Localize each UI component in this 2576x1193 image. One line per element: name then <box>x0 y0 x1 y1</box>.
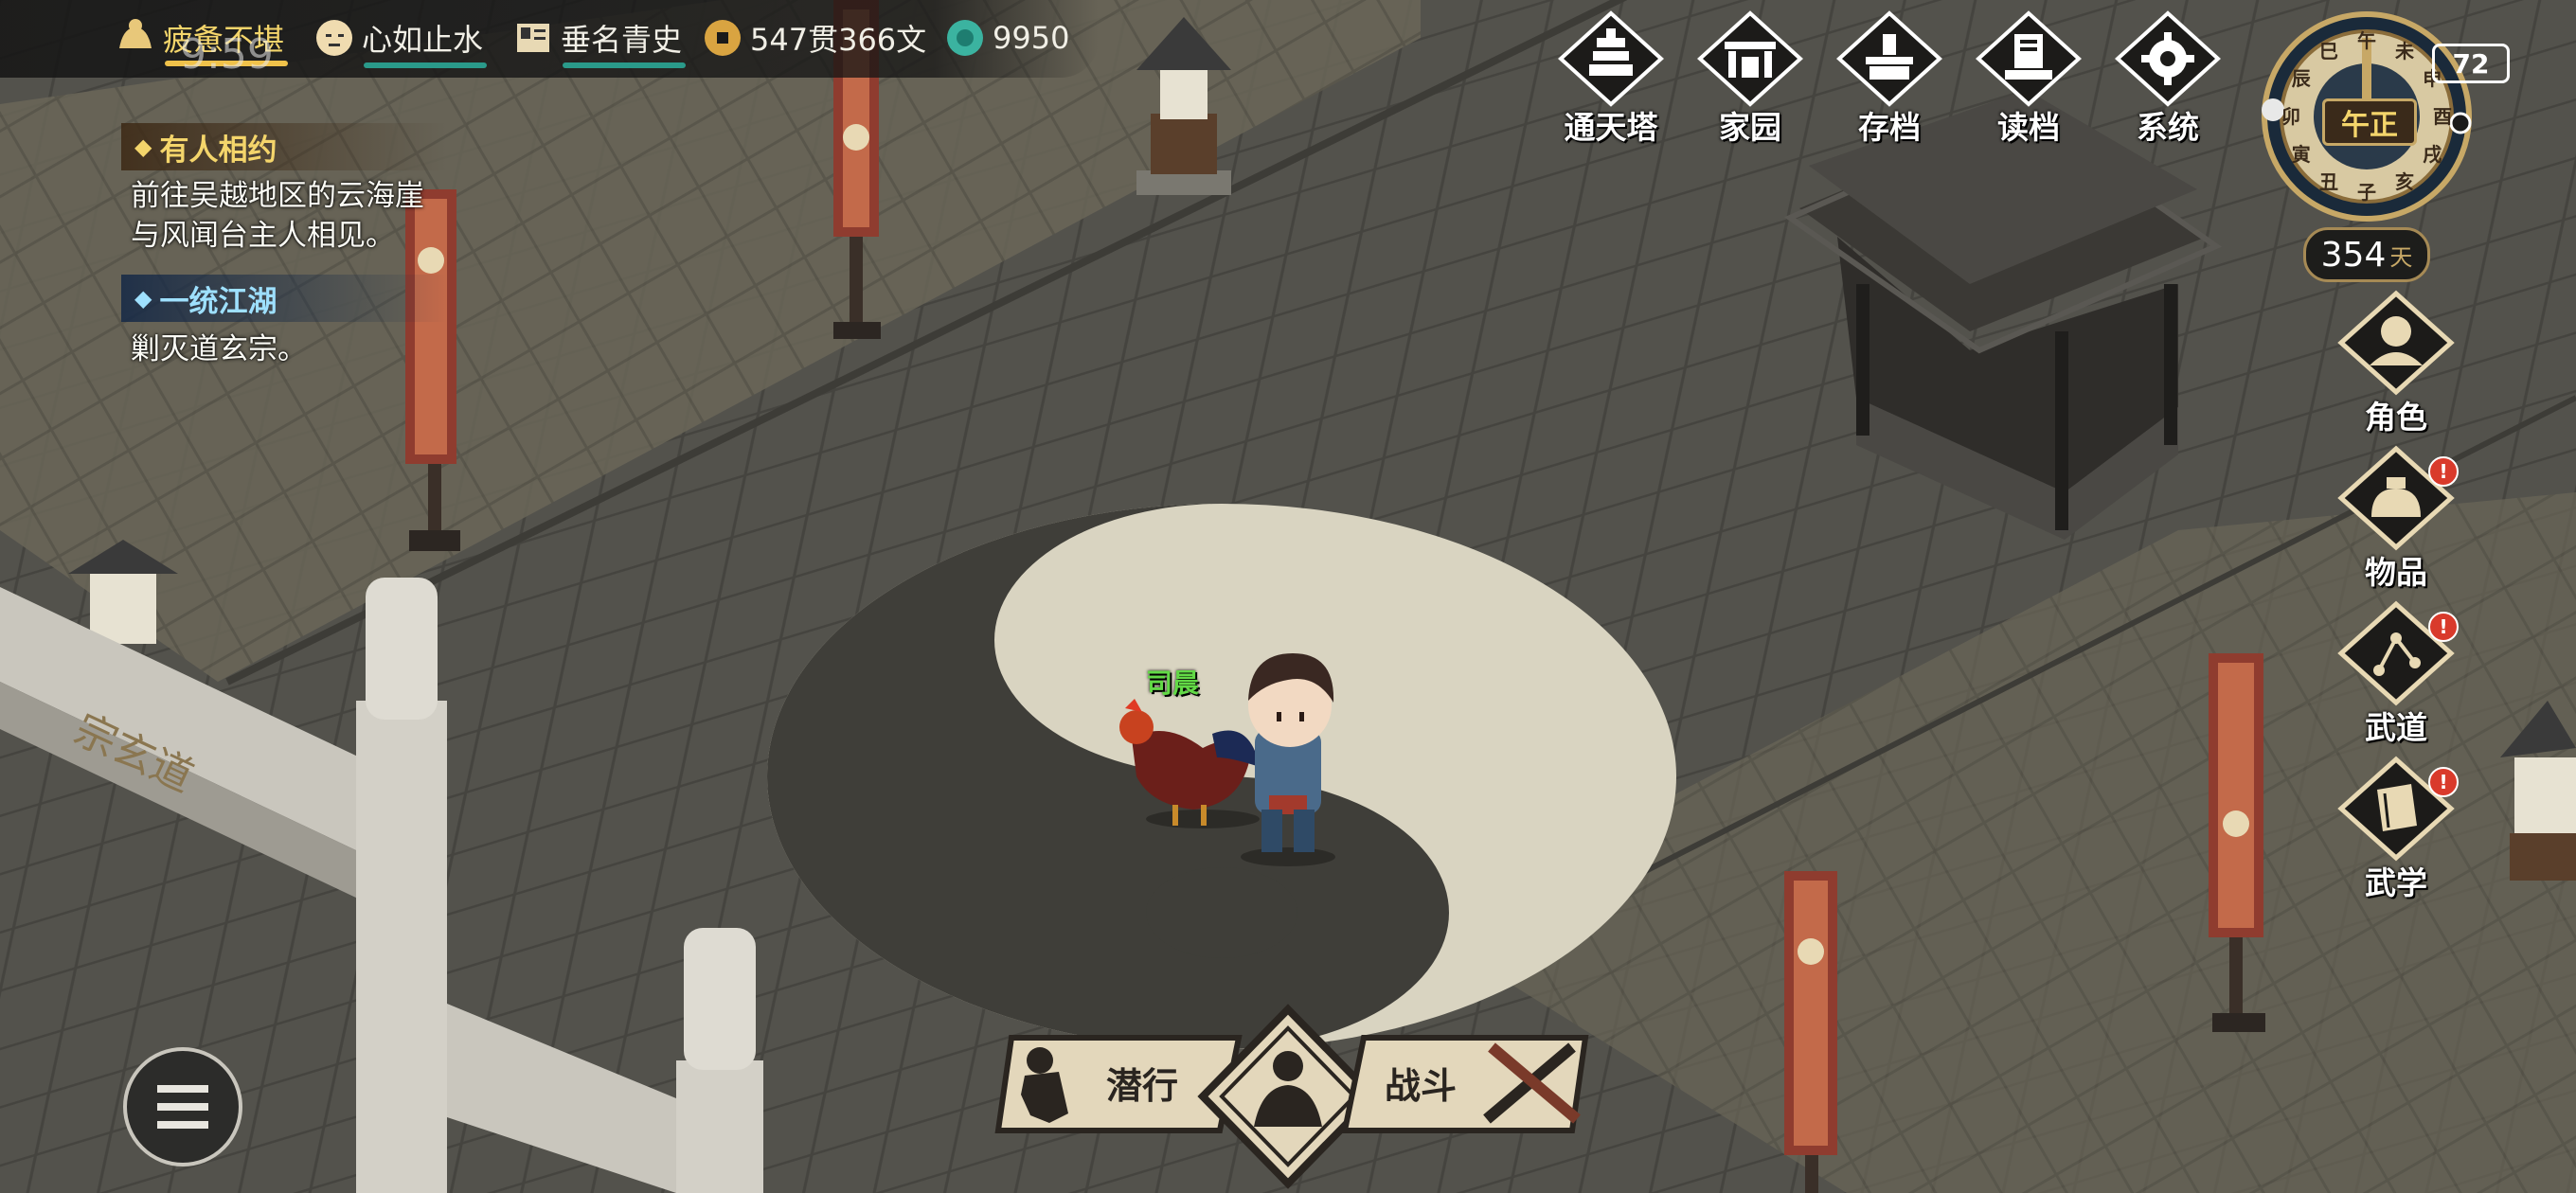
fatigue-icon <box>119 19 152 48</box>
character-label: 角色 <box>2365 399 2427 436</box>
quest-desc-1: 前往吴越地区的云海崖 与风闻台主人相见。 <box>131 176 424 256</box>
quest-title-1[interactable]: ◆ 有人相约 <box>121 123 447 170</box>
quest-diamond-icon: ◆ <box>134 134 152 160</box>
dial-branch-label: 酉 <box>2433 105 2452 128</box>
system-button[interactable]: 系统 <box>2106 9 2229 146</box>
character-icon <box>2337 290 2455 396</box>
money-status[interactable]: 547贯366文 <box>701 13 926 62</box>
home-label: 家园 <box>1719 109 1781 146</box>
martial-arts-button[interactable]: ! 武学 <box>2330 756 2462 901</box>
crossed-swords-icon <box>1341 1035 1589 1133</box>
home-gate-icon <box>1697 10 1803 107</box>
load-button[interactable]: 读档 <box>1967 9 2090 146</box>
mood-label: 心如止水 <box>362 22 484 58</box>
dial-branch-label: 寅 <box>2291 143 2311 166</box>
mood-status[interactable]: 心如止水 <box>313 13 483 62</box>
fight-label: 战斗 <box>1385 1065 1458 1107</box>
battery-level: 72 <box>2452 47 2490 80</box>
dial-branch-label: 戌 <box>2423 143 2442 166</box>
system-clock: 9:59 <box>180 30 274 79</box>
tower-label: 通天塔 <box>1564 109 1658 146</box>
mood-face-icon <box>316 20 352 56</box>
character-button[interactable]: 角色 <box>2330 290 2462 436</box>
martial-arts-alert-badge: ! <box>2428 767 2459 797</box>
battery-indicator: 72 <box>2432 44 2510 83</box>
fame-scroll-icon <box>517 24 549 52</box>
martial-way-alert-badge: ! <box>2428 612 2459 642</box>
quest-desc-1-line2: 与风闻台主人相见。 <box>131 219 395 253</box>
gear-icon <box>2115 10 2221 107</box>
dial-branch-label: 丑 <box>2319 170 2338 194</box>
mood-bar <box>364 62 487 68</box>
quest-desc-2: 剿灭道玄宗。 <box>131 329 307 369</box>
martial-arts-label: 武学 <box>2365 864 2427 901</box>
quest-desc-2-line1: 剿灭道玄宗。 <box>131 332 307 366</box>
jade-label: 9950 <box>993 20 1070 56</box>
fame-status[interactable]: 垂名青史 <box>511 13 682 62</box>
martial-way-button[interactable]: ! 武道 <box>2330 600 2462 746</box>
items-button[interactable]: ! 物品 <box>2330 445 2462 591</box>
dial-branch-label: 午 <box>2357 29 2376 52</box>
fight-button[interactable]: 战斗 <box>1335 1028 1591 1140</box>
fame-bar <box>563 62 686 68</box>
quest-title-2-text: 一统江湖 <box>159 284 277 319</box>
save-button[interactable]: 存档 <box>1828 9 1951 146</box>
martial-way-label: 武道 <box>2365 709 2427 746</box>
home-button[interactable]: 家园 <box>1689 9 1812 146</box>
npc-name-tag[interactable]: 司晨 <box>1146 663 1199 701</box>
money-label: 547贯366文 <box>750 22 927 58</box>
dial-branch-label: 卯 <box>2281 105 2300 128</box>
save-label: 存档 <box>1858 109 1921 146</box>
tower-button[interactable]: 通天塔 <box>1549 9 1673 146</box>
jade-icon <box>947 20 983 56</box>
time-period-label: 午正 <box>2322 98 2417 146</box>
sneak-label: 潜行 <box>1106 1065 1179 1107</box>
time-dial[interactable]: 午未申酉戌亥子丑寅卯辰巳 午正 <box>2260 9 2474 223</box>
banner-pole <box>1784 871 1837 1193</box>
main-menu-button[interactable] <box>123 1047 242 1166</box>
dial-branch-label: 辰 <box>2291 67 2311 90</box>
save-icon <box>1836 10 1942 107</box>
items-label: 物品 <box>2365 554 2427 591</box>
tower-icon <box>1558 10 1664 107</box>
jade-status[interactable]: 9950 <box>943 13 1069 62</box>
dial-branch-label: 子 <box>2357 181 2376 204</box>
day-unit: 天 <box>2389 243 2413 271</box>
load-label: 读档 <box>1997 109 2060 146</box>
day-counter: 354 天 <box>2303 227 2430 282</box>
load-icon <box>1976 10 2082 107</box>
hamburger-icon <box>157 1085 208 1129</box>
dial-branch-label: 巳 <box>2319 39 2338 62</box>
fame-label: 垂名青史 <box>561 22 683 58</box>
day-value: 354 <box>2320 235 2387 275</box>
coin-icon <box>705 20 741 56</box>
quest-title-1-text: 有人相约 <box>159 133 277 168</box>
quest-diamond-icon: ◆ <box>134 285 152 312</box>
quest-title-2[interactable]: ◆ 一统江湖 <box>121 275 447 322</box>
dial-branch-label: 亥 <box>2395 170 2414 194</box>
system-label: 系统 <box>2137 109 2199 146</box>
items-alert-badge: ! <box>2428 456 2459 487</box>
quest-desc-1-line1: 前往吴越地区的云海崖 <box>131 179 424 213</box>
dial-branch-label: 未 <box>2395 39 2414 62</box>
